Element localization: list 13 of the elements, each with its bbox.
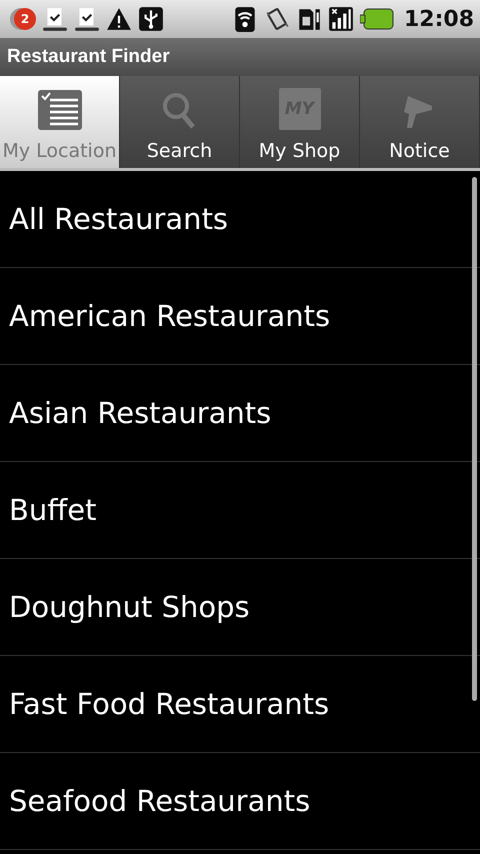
battery-icon [360, 7, 394, 31]
clock-time: 12:08 [404, 6, 474, 32]
checklist-icon [36, 88, 84, 132]
signal-icon [328, 6, 354, 32]
download-done-icon [42, 6, 68, 32]
tab[interactable]: Search [120, 76, 240, 168]
tab[interactable]: Notice [360, 76, 480, 168]
app-title: Restaurant Finder [7, 46, 170, 68]
usb-icon [138, 6, 164, 32]
category-item[interactable]: Seafood Restaurants [0, 753, 480, 850]
notification-badge: 2 [14, 8, 36, 30]
download-done-icon [74, 6, 100, 32]
warning-icon [106, 6, 132, 32]
